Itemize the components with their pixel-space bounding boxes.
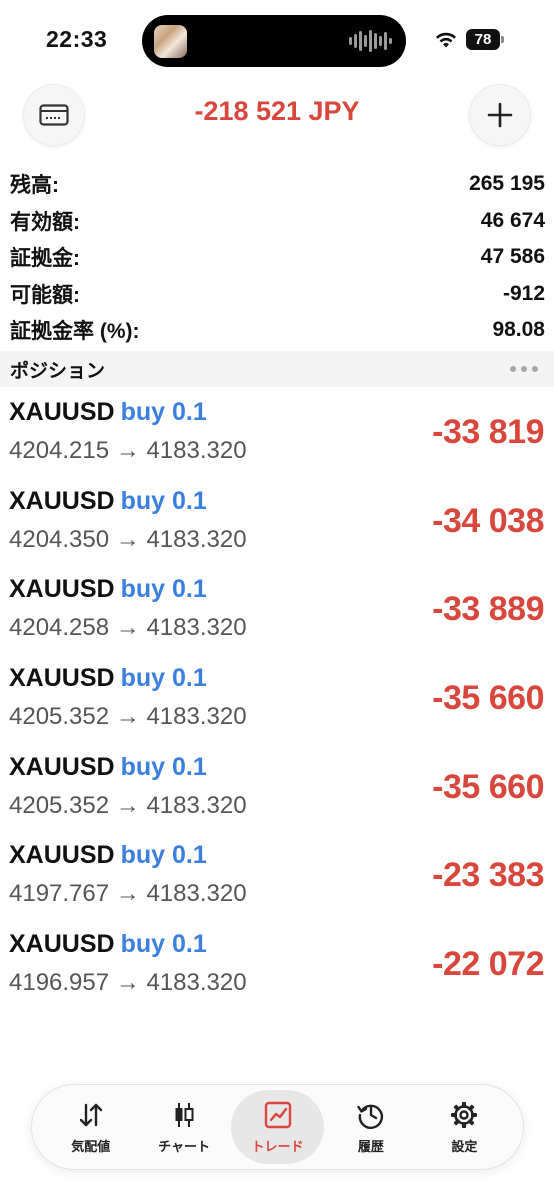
tab-label: 設定 [451, 1138, 478, 1154]
position-prices: 4196.957 → 4183.320 [9, 969, 247, 997]
summary-row-free-margin: 可能額: -912 [10, 276, 545, 313]
media-thumbnail [154, 25, 187, 58]
gear-icon [451, 1101, 478, 1128]
total-profit-title: -218 521 JPY [194, 96, 360, 126]
position-profit: -33 819 [432, 413, 544, 451]
audio-wave-icon [349, 30, 392, 52]
position-row[interactable]: XAUUSD buy 0.1 4196.957 → 4183.320 -22 07… [0, 920, 554, 1009]
position-row[interactable]: XAUUSD buy 0.1 4204.215 → 4183.320 -33 81… [0, 388, 554, 477]
summary-value: 98.08 [492, 318, 545, 342]
position-type: buy 0.1 [120, 930, 207, 959]
tab-label: チャート [158, 1138, 211, 1154]
summary-label: 残高: [10, 174, 59, 198]
section-title: ポジション [10, 360, 106, 382]
bottom-tab-bar: 気配値 チャート トレード 履歴 設定 [31, 1084, 524, 1170]
summary-row-equity: 有効額: 46 674 [10, 203, 545, 240]
status-time: 22:33 [46, 26, 108, 52]
summary-row-margin: 証拠金: 47 586 [10, 239, 545, 276]
account-summary: 残高: 265 195 有効額: 46 674 証拠金: 47 586 可能額:… [10, 166, 545, 349]
status-bar: 22:33 78 [0, 0, 554, 80]
position-symbol: XAUUSD [9, 752, 115, 781]
wifi-icon [436, 32, 456, 48]
position-prices: 4205.352 → 4183.320 [9, 791, 247, 819]
tab-history[interactable]: 履歴 [324, 1090, 417, 1164]
position-symbol: XAUUSD [9, 664, 115, 693]
trade-chart-icon [264, 1101, 291, 1128]
tab-trade[interactable]: トレード [230, 1090, 325, 1164]
position-profit: -23 383 [432, 856, 544, 895]
summary-row-margin-level: 証拠金率 (%): 98.08 [10, 312, 545, 349]
tab-label: トレード [251, 1138, 304, 1154]
position-row[interactable]: XAUUSD buy 0.1 4205.352 → 4183.320 -35 66… [0, 743, 554, 832]
position-profit: -33 889 [432, 590, 544, 629]
battery-indicator: 78 [466, 29, 504, 50]
positions-list: XAUUSD buy 0.1 4204.215 → 4183.320 -33 81… [0, 388, 554, 1009]
position-symbol: XAUUSD [9, 486, 115, 515]
position-prices: 4204.215 → 4183.320 [9, 437, 247, 464]
summary-value: 265 195 [469, 172, 545, 196]
position-row[interactable]: XAUUSD buy 0.1 4204.258 → 4183.320 -33 88… [0, 565, 554, 654]
tab-label: 気配値 [71, 1138, 111, 1154]
summary-value: -912 [502, 281, 545, 305]
position-prices: 4204.258 → 4183.320 [9, 614, 247, 642]
position-prices: 4205.352 → 4183.320 [9, 703, 247, 731]
position-type: buy 0.1 [120, 486, 207, 515]
position-symbol: XAUUSD [9, 841, 115, 870]
position-prices: 4197.767 → 4183.320 [9, 880, 247, 908]
position-row[interactable]: XAUUSD buy 0.1 4197.767 → 4183.320 -23 38… [0, 831, 554, 920]
position-type: buy 0.1 [120, 575, 207, 604]
card-icon [39, 104, 69, 126]
summary-row-balance: 残高: 265 195 [10, 166, 545, 203]
tab-label: 履歴 [357, 1138, 384, 1154]
summary-value: 46 674 [480, 208, 545, 232]
position-type: buy 0.1 [120, 398, 207, 426]
position-row[interactable]: XAUUSD buy 0.1 4205.352 → 4183.320 -35 66… [0, 654, 554, 743]
new-order-button[interactable] [469, 84, 531, 146]
summary-value: 47 586 [480, 245, 545, 269]
position-symbol: XAUUSD [9, 930, 115, 959]
tab-quotes[interactable]: 気配値 [44, 1090, 137, 1164]
position-symbol: XAUUSD [9, 398, 115, 426]
position-profit: -34 038 [432, 501, 544, 540]
position-type: buy 0.1 [120, 752, 207, 781]
position-profit: -35 660 [432, 767, 544, 806]
tab-settings[interactable]: 設定 [418, 1090, 511, 1164]
candlestick-icon [175, 1102, 194, 1127]
summary-label: 証拠金率 (%): [10, 320, 140, 344]
position-profit: -35 660 [432, 679, 544, 718]
summary-label: 可能額: [10, 283, 80, 307]
position-prices: 4204.350 → 4183.320 [9, 525, 247, 553]
position-type: buy 0.1 [120, 664, 207, 693]
tab-chart[interactable]: チャート [137, 1090, 230, 1164]
history-clock-icon [357, 1104, 383, 1129]
more-options-icon[interactable] [510, 366, 538, 372]
position-type: buy 0.1 [120, 841, 207, 870]
summary-label: 有効額: [10, 210, 80, 234]
position-row[interactable]: XAUUSD buy 0.1 4204.350 → 4183.320 -34 03… [0, 477, 554, 566]
account-card-button[interactable] [23, 84, 85, 146]
summary-label: 証拠金: [10, 247, 80, 271]
positions-section-header: ポジション [0, 351, 554, 387]
dynamic-island[interactable] [142, 15, 406, 67]
quotes-arrows-icon [79, 1103, 102, 1126]
position-profit: -22 072 [432, 945, 544, 984]
position-symbol: XAUUSD [9, 575, 115, 604]
plus-icon [487, 102, 513, 128]
